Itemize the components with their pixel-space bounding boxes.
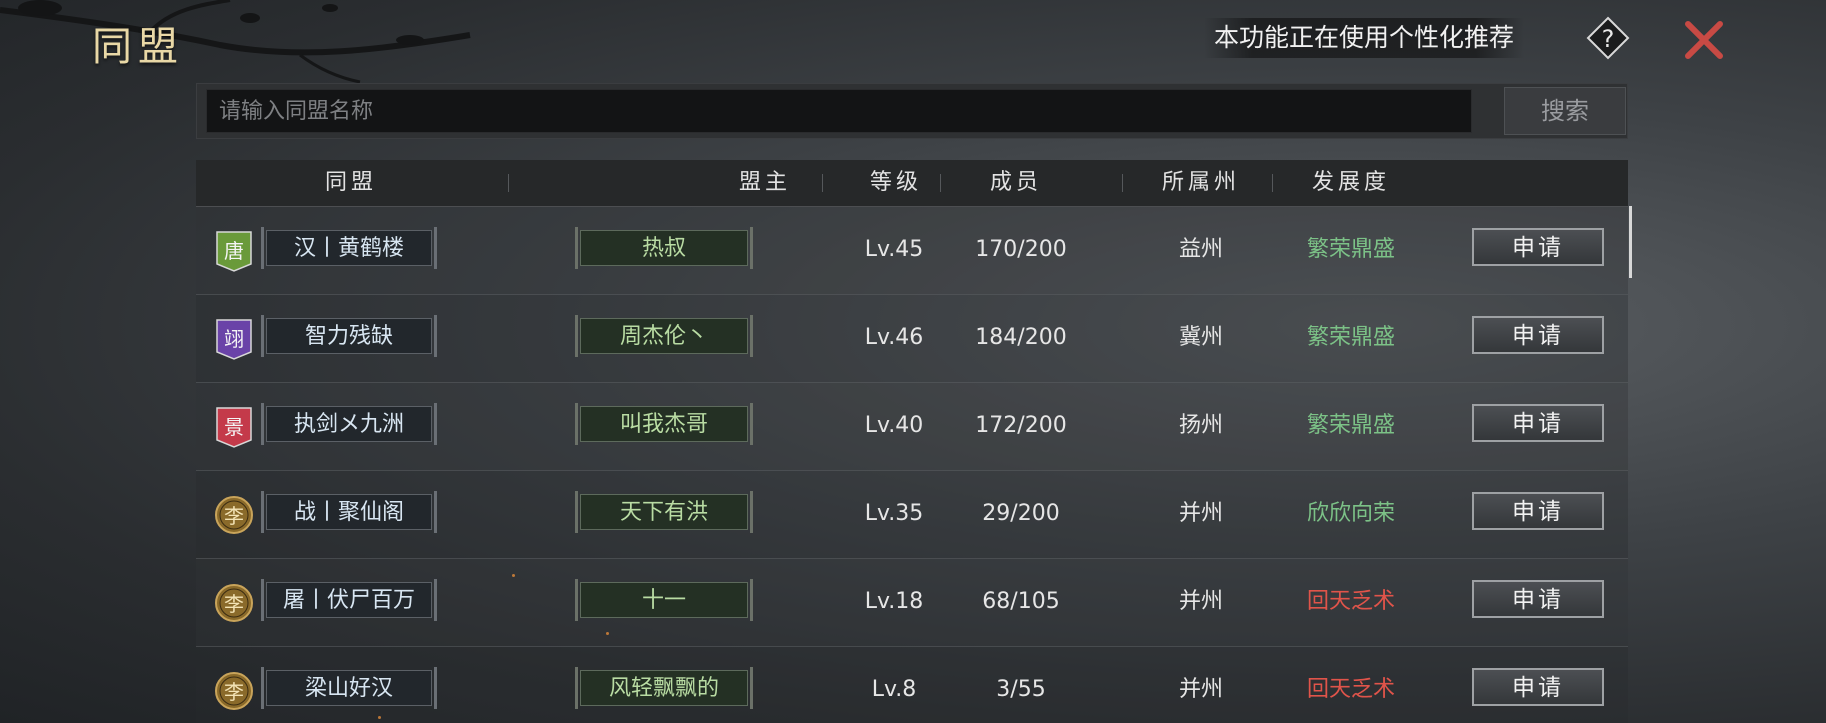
alliance-development: 繁荣鼎盛 (1306, 325, 1395, 350)
column-header-level: 等级 (869, 170, 922, 195)
table-row[interactable]: 李 战丨聚仙阁 天下有洪 Lv.35 29/200 并州 欣欣向荣 申请 (196, 470, 1628, 559)
ember-particle (378, 716, 381, 719)
alliance-state: 益州 (1178, 237, 1223, 262)
header-divider (1272, 174, 1273, 192)
alliance-state: 并州 (1178, 501, 1223, 526)
alliance-name[interactable]: 战丨聚仙阁 (261, 491, 437, 533)
alliance-emblem-glyph: 李 (224, 592, 244, 616)
alliance-leader[interactable]: 十一 (575, 579, 753, 621)
table-row[interactable]: 李 屠丨伏尸百万 十一 Lv.18 68/105 并州 回天乏术 申请 (196, 558, 1628, 647)
table-row[interactable]: 翊 智力残缺 周杰伦丶 Lv.46 184/200 冀州 繁荣鼎盛 申请 (196, 294, 1628, 383)
search-bar: 搜索 (196, 83, 1628, 139)
header-divider (940, 174, 941, 192)
scrollbar-thumb[interactable] (1629, 206, 1632, 278)
alliance-members: 184/200 (975, 325, 1067, 350)
search-button[interactable]: 搜索 (1504, 87, 1626, 135)
alliance-level: Lv.45 (864, 237, 924, 262)
apply-button[interactable]: 申请 (1472, 580, 1604, 618)
alliance-emblem-glyph: 李 (224, 504, 244, 528)
alliance-name[interactable]: 梁山好汉 (261, 667, 437, 709)
table-row[interactable]: 李 梁山好汉 风轻飘飘的 Lv.8 3/55 并州 回天乏术 申请 (196, 646, 1628, 723)
header-divider (508, 174, 509, 192)
close-x-icon[interactable] (1682, 18, 1726, 62)
alliance-name[interactable]: 智力残缺 (261, 315, 437, 357)
alliance-members: 170/200 (975, 237, 1067, 262)
column-header-state: 所属州 (1161, 170, 1240, 195)
alliance-emblem-icon: 李 (215, 672, 253, 710)
alliance-development: 回天乏术 (1306, 677, 1395, 702)
alliance-leader[interactable]: 热叔 (575, 227, 753, 269)
alliance-development: 回天乏术 (1306, 589, 1395, 614)
alliance-development: 繁荣鼎盛 (1306, 237, 1395, 262)
apply-button[interactable]: 申请 (1472, 404, 1604, 442)
alliance-emblem-icon: 李 (215, 584, 253, 622)
table-row[interactable]: 唐 汉丨黄鹤楼 热叔 Lv.45 170/200 益州 繁荣鼎盛 申请 (196, 206, 1628, 295)
alliance-state: 冀州 (1178, 325, 1223, 350)
alliance-leader[interactable]: 周杰伦丶 (575, 315, 753, 357)
alliance-name[interactable]: 执剑メ九洲 (261, 403, 437, 445)
alliance-rows: 唐 汉丨黄鹤楼 热叔 Lv.45 170/200 益州 繁荣鼎盛 申请 翊 智力… (196, 206, 1628, 723)
alliance-members: 3/55 (996, 677, 1046, 702)
alliance-members: 172/200 (975, 413, 1067, 438)
apply-button[interactable]: 申请 (1472, 668, 1604, 706)
alliance-emblem-icon: 唐 (216, 231, 252, 272)
alliance-state: 并州 (1178, 677, 1223, 702)
alliance-leader[interactable]: 天下有洪 (575, 491, 753, 533)
alliance-state: 扬州 (1178, 413, 1223, 438)
alliance-list-panel: 同盟 盟主 等级 成员 所属州 发展度 唐 汉丨黄鹤楼 热叔 Lv.45 170… (196, 160, 1628, 723)
apply-button[interactable]: 申请 (1472, 228, 1604, 266)
ember-particle (606, 632, 609, 635)
alliance-emblem-glyph: 翊 (224, 327, 244, 351)
alliance-emblem-icon: 李 (215, 496, 253, 534)
alliance-search-input[interactable] (206, 89, 1472, 133)
alliance-level: Lv.40 (864, 413, 924, 438)
alliance-emblem-glyph: 李 (224, 680, 244, 704)
column-header-development: 发展度 (1311, 170, 1390, 195)
alliance-level: Lv.46 (864, 325, 924, 350)
alliance-development: 繁荣鼎盛 (1306, 413, 1395, 438)
alliance-level: Lv.35 (864, 501, 924, 526)
personalized-recommendation-notice: 本功能正在使用个性化推荐 (1204, 18, 1525, 58)
alliance-emblem-icon: 翊 (216, 319, 252, 360)
alliance-level: Lv.8 (871, 677, 917, 702)
header-divider (1122, 174, 1123, 192)
alliance-development: 欣欣向荣 (1306, 501, 1395, 526)
alliance-emblem-glyph: 唐 (224, 239, 244, 263)
alliance-state: 并州 (1178, 589, 1223, 614)
alliance-leader[interactable]: 叫我杰哥 (575, 403, 753, 445)
page-title: 同盟 (92, 24, 184, 70)
ember-particle (512, 574, 515, 577)
alliance-leader[interactable]: 风轻飘飘的 (575, 667, 753, 709)
alliance-emblem-glyph: 景 (224, 415, 244, 439)
apply-button[interactable]: 申请 (1472, 316, 1604, 354)
header-divider (822, 174, 823, 192)
alliance-name[interactable]: 屠丨伏尸百万 (261, 579, 437, 621)
alliance-emblem-icon: 景 (216, 407, 252, 448)
alliance-members: 68/105 (982, 589, 1060, 614)
column-header-members: 成员 (989, 170, 1042, 195)
table-header: 同盟 盟主 等级 成员 所属州 发展度 (196, 160, 1628, 207)
alliance-name[interactable]: 汉丨黄鹤楼 (261, 227, 437, 269)
svg-text:?: ? (1602, 25, 1615, 53)
column-header-alliance: 同盟 (324, 170, 377, 195)
alliance-members: 29/200 (982, 501, 1060, 526)
alliance-level: Lv.18 (864, 589, 924, 614)
question-mark-diamond-icon[interactable]: ? (1586, 16, 1630, 60)
table-row[interactable]: 景 执剑メ九洲 叫我杰哥 Lv.40 172/200 扬州 繁荣鼎盛 申请 (196, 382, 1628, 471)
apply-button[interactable]: 申请 (1472, 492, 1604, 530)
